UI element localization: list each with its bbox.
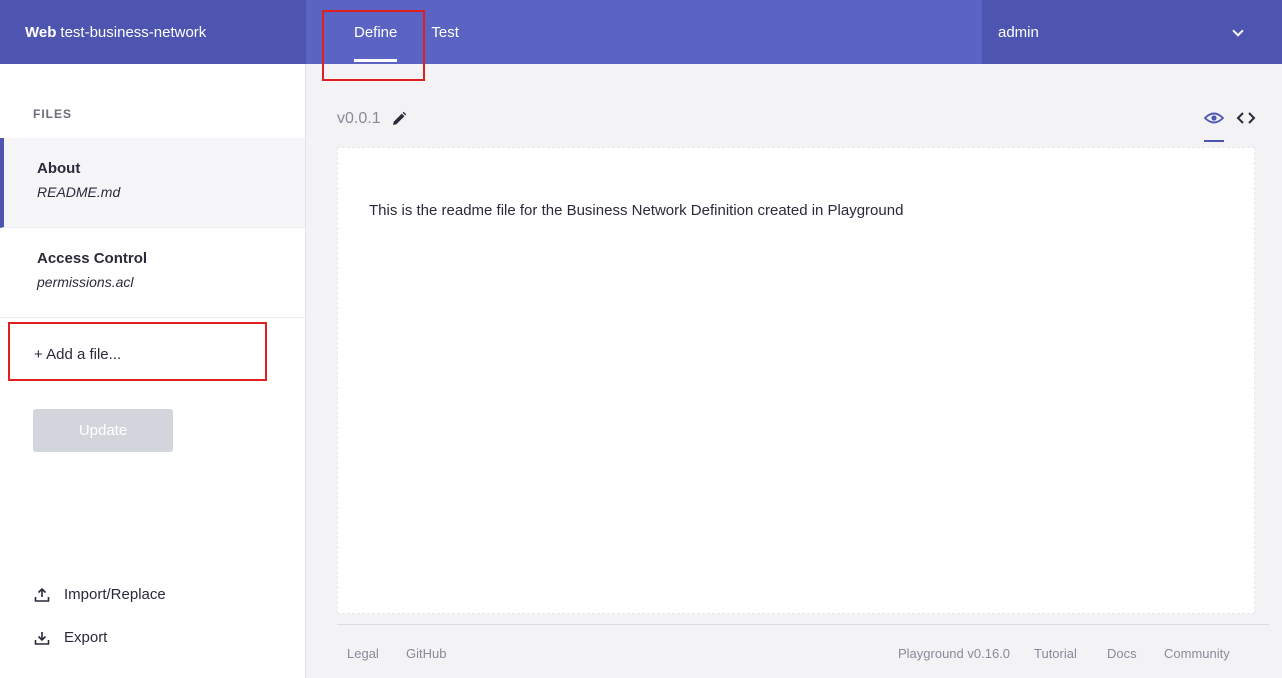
file-name: README.md — [37, 184, 121, 200]
file-item-about[interactable]: About README.md — [0, 138, 305, 228]
network-name: test-business-network — [60, 23, 207, 41]
tab-test[interactable]: Test — [431, 0, 459, 64]
readme-text: This is the readme file for the Business… — [369, 202, 904, 219]
file-title: Access Control — [37, 250, 148, 267]
footer-link-playground-version[interactable]: Playground v0.16.0 — [898, 646, 1010, 661]
user-name: admin — [998, 23, 1039, 41]
brand-prefix: Web — [25, 23, 57, 41]
readme-preview: This is the readme file for the Business… — [337, 147, 1255, 614]
tab-define[interactable]: Define — [354, 0, 398, 64]
file-title: About — [37, 160, 81, 177]
add-file-link[interactable]: + Add a file... — [34, 346, 121, 363]
brand: Web test-business-network — [0, 0, 306, 64]
footer-link-tutorial[interactable]: Tutorial — [1034, 646, 1077, 661]
user-menu[interactable]: admin — [982, 0, 1282, 64]
eye-icon — [1203, 112, 1225, 124]
version-display: v0.0.1 — [337, 110, 408, 128]
import-replace-label: Import/Replace — [64, 586, 166, 603]
upload-icon — [34, 587, 50, 602]
chevron-down-icon — [1232, 24, 1244, 37]
view-mode-toggle — [1203, 108, 1257, 142]
code-icon — [1236, 112, 1256, 124]
sidebar: FILES About README.md Access Control per… — [0, 64, 306, 678]
export-button[interactable]: Export — [34, 629, 107, 646]
top-header: Web test-business-network Define Test ad… — [0, 0, 1282, 64]
pencil-icon[interactable] — [390, 110, 408, 128]
download-icon — [34, 631, 50, 645]
version-label: v0.0.1 — [337, 110, 381, 127]
file-name: permissions.acl — [37, 274, 134, 290]
footer-link-legal[interactable]: Legal — [347, 646, 379, 661]
update-button[interactable]: Update — [33, 409, 173, 452]
footer-link-community[interactable]: Community — [1164, 646, 1230, 661]
footer-link-docs[interactable]: Docs — [1107, 646, 1137, 661]
files-section-label: FILES — [33, 107, 73, 121]
preview-toggle[interactable] — [1203, 108, 1225, 142]
main-tabs: Define Test — [306, 0, 459, 64]
import-replace-button[interactable]: Import/Replace — [34, 586, 166, 603]
export-label: Export — [64, 629, 108, 646]
footer: Legal GitHub Playground v0.16.0 Tutorial… — [337, 624, 1269, 678]
footer-link-github[interactable]: GitHub — [406, 646, 446, 661]
file-item-access-control[interactable]: Access Control permissions.acl — [0, 228, 305, 318]
source-toggle[interactable] — [1235, 108, 1257, 128]
